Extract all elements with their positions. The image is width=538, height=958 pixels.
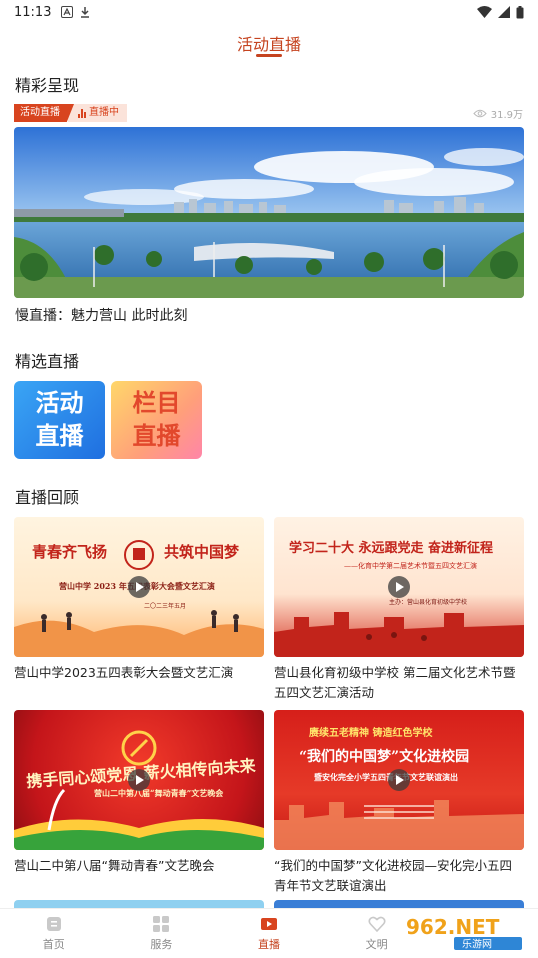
replay-title[interactable]: 营山县化育初级中学校 第二届文化艺术节暨五四文艺汇演活动 [274,663,524,703]
replay-card[interactable]: 携手同心颂党恩 薪火相传向未来 营山二中第八届“舞动青春”文艺晚会 营山二中第八… [14,710,264,876]
signal-icon [498,6,510,18]
grid-icon [153,916,170,932]
title-underline [256,54,282,57]
nav-item-live[interactable]: 直播 [215,909,323,958]
section-title-selected: 精选直播 [15,352,80,371]
view-count: 31.9万 [473,106,523,121]
play-icon[interactable] [388,576,410,598]
status-bar: 11:13 [0,0,538,24]
thumb-text: “我们的中国梦”文化进校园 [299,749,470,765]
watermark-subtext: 乐游网 [462,938,492,951]
section-title-highlights: 精彩呈现 [15,76,80,95]
nav-label-home: 首页 [42,938,65,951]
status-time: 11:13 [14,4,52,20]
live-status-label: 直播中 [89,107,119,118]
activity-live-line1: 活动 [35,389,84,417]
download-icon [81,7,90,18]
nav-label-services: 服务 [150,938,173,951]
replay-card[interactable]: 青春齐飞扬 共筑中国梦 营山中学 2023 年五四表彰大会暨文艺汇演 二〇二三年… [14,517,264,683]
play-icon[interactable] [388,769,410,791]
column-live-card[interactable]: 栏目 直播 [111,381,202,459]
thumb-text: 二〇二三年五月 [144,603,187,610]
thumb-text: 共筑中国梦 [164,543,240,561]
site-watermark-logo: 962.NET 乐游网 [400,910,528,954]
replay-title[interactable]: 营山中学2023五四表彰大会暨文艺汇演 [14,663,264,683]
watermark-logo-art: 962.NET 乐游网 [400,912,528,952]
featured-tags: 活动直播 直播中 [14,104,127,122]
home-icon [46,917,61,931]
replay-title[interactable]: 营山二中第八届“舞动青春”文艺晚会 [14,856,264,876]
column-live-line2: 直播 [132,422,181,450]
play-icon[interactable] [128,769,150,791]
nav-label-live: 直播 [257,938,280,951]
replay-thumbnail[interactable]: 青春齐飞扬 共筑中国梦 营山中学 2023 年五四表彰大会暨文艺汇演 二〇二三年… [14,517,264,657]
replay-thumbnail[interactable]: 赓续五老精神 铸造红色学校 “我们的中国梦”文化进校园 暨安化完全小学五四青年节… [274,710,524,850]
thumb-text: 赓续五老精神 铸造红色学校 [309,728,433,739]
section-title-replays: 直播回顾 [15,488,80,507]
replay-thumbnail[interactable]: 携手同心颂党恩 薪火相传向未来 营山二中第八届“舞动青春”文艺晚会 [14,710,264,850]
notification-a-icon [61,6,74,18]
featured-caption[interactable]: 慢直播：魅力营山 此时此刻 [15,305,187,325]
featured-live-image[interactable] [14,127,524,298]
page-title[interactable]: 活动直播 [0,31,538,55]
column-live-line1: 栏目 [132,389,181,417]
activity-live-line2: 直播 [35,422,84,450]
thumb-text: 青春齐飞扬 [32,543,108,561]
thumb-text: ——化育中学第二届艺术节暨五四文艺汇演 [344,562,477,570]
live-bars-icon [78,108,86,118]
thumb-text: 暨安化完全小学五四青年节文艺联谊演出 [314,772,458,782]
replay-card[interactable]: 赓续五老精神 铸造红色学校 “我们的中国梦”文化进校园 暨安化完全小学五四青年节… [274,710,524,896]
activity-live-card[interactable]: 活动 直播 [14,381,105,459]
view-count-value: 31.9万 [490,110,523,121]
watermark-text: 962.NET [406,915,500,939]
live-status-tag: 直播中 [68,104,127,122]
live-type-tag: 活动直播 [14,104,74,122]
replay-thumbnail[interactable]: 学习二十大 永远跟党走 奋进新征程 ——化育中学第二届艺术节暨五四文艺汇演 主办… [274,517,524,657]
thumb-text: 学习二十大 永远跟党走 奋进新征程 [289,541,494,556]
nav-item-home[interactable]: 首页 [0,909,108,958]
replay-card[interactable]: 学习二十大 永远跟党走 奋进新征程 ——化育中学第二届艺术节暨五四文艺汇演 主办… [274,517,524,703]
replay-title[interactable]: “我们的中国梦”文化进校园—安化完小五四青年节文艺联谊演出 [274,856,524,896]
nav-item-services[interactable]: 服务 [108,909,216,958]
nav-label-civility: 文明 [365,938,388,951]
eye-icon [473,109,487,118]
thumb-text: 营山二中第八届“舞动青春”文艺晚会 [94,788,224,798]
lake-park-scene [14,127,524,298]
live-video-icon [260,918,277,930]
wifi-icon [477,6,492,18]
play-icon[interactable] [128,576,150,598]
battery-icon [516,5,524,18]
heart-icon [368,916,386,933]
thumb-text: 主办：营山县化育初级中学校 [389,599,468,606]
